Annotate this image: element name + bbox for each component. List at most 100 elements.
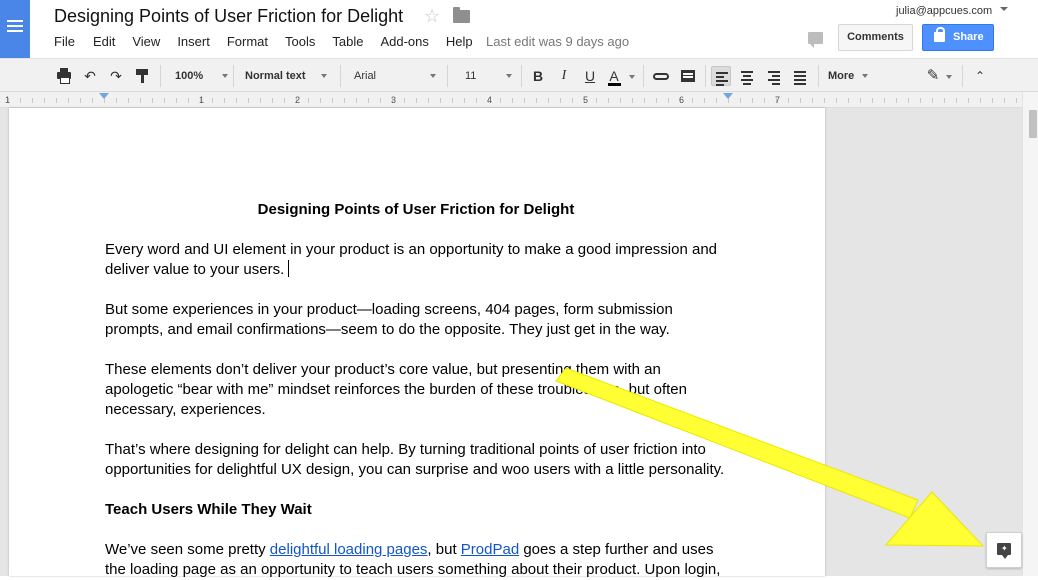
- font-size-select[interactable]: 11: [465, 65, 513, 87]
- paragraph-line: That’s where designing for delight can h…: [105, 441, 706, 458]
- paint-format-icon[interactable]: [132, 66, 152, 86]
- left-indent-marker[interactable]: [99, 93, 109, 99]
- more-label: More: [828, 70, 855, 82]
- text-color-button[interactable]: A: [604, 66, 624, 86]
- menu-edit[interactable]: Edit: [93, 34, 115, 50]
- align-left-icon[interactable]: [711, 66, 731, 86]
- align-justify-icon[interactable]: [790, 66, 810, 86]
- font-size-value: 11: [465, 70, 477, 82]
- toolbar-divider: [233, 65, 234, 87]
- sparkle-icon: ✦: [1001, 544, 1008, 553]
- vertical-scrollbar[interactable]: [1022, 92, 1038, 576]
- account-email[interactable]: julia@appcues.com: [896, 5, 992, 17]
- ruler-label: 5: [583, 95, 589, 105]
- toolbar-divider: [818, 65, 819, 87]
- ruler-label: 6: [679, 95, 685, 105]
- more-menu[interactable]: More: [828, 65, 872, 87]
- paragraph[interactable]: Every word and UI element in your produc…: [105, 240, 745, 280]
- ruler-label: 7: [775, 95, 781, 105]
- menu-view[interactable]: View: [132, 34, 160, 50]
- menu-format[interactable]: Format: [227, 34, 268, 50]
- chevron-down-icon: [862, 74, 868, 78]
- paragraph[interactable]: But some experiences in your product—loa…: [105, 300, 745, 340]
- paragraph-line: Every word and UI element in your produc…: [105, 241, 717, 258]
- folder-icon[interactable]: [453, 7, 470, 23]
- toolbar-divider: [705, 65, 706, 87]
- menu-file[interactable]: File: [54, 34, 75, 50]
- font-select[interactable]: Arial: [354, 65, 436, 87]
- menu-table[interactable]: Table: [332, 34, 363, 50]
- chevron-down-icon: [222, 74, 228, 78]
- paragraph-line: deliver value to your users.: [105, 260, 745, 280]
- paragraph-line: necessary, experiences.: [105, 401, 266, 418]
- chevron-down-icon: [321, 74, 327, 78]
- star-icon[interactable]: ☆: [424, 6, 440, 27]
- toolbar-divider: [160, 65, 161, 87]
- redo-icon[interactable]: ↷: [106, 66, 126, 86]
- document-heading[interactable]: Designing Points of User Friction for De…: [0, 200, 832, 220]
- paragraph[interactable]: These elements don’t deliver your produc…: [105, 360, 745, 420]
- menu-tools[interactable]: Tools: [285, 34, 315, 50]
- insert-comment-icon[interactable]: [678, 66, 698, 86]
- paragraph-line: the loading page as an opportunity to te…: [105, 561, 721, 578]
- underline-button[interactable]: U: [580, 66, 600, 86]
- document-title[interactable]: Designing Points of User Friction for De…: [54, 6, 403, 27]
- text-cursor: [288, 260, 290, 277]
- chat-icon[interactable]: [808, 32, 823, 48]
- text-run: We’ve seen some pretty: [105, 541, 270, 558]
- undo-icon[interactable]: ↶: [80, 66, 100, 86]
- docs-logo-icon[interactable]: [0, 0, 30, 58]
- comments-button[interactable]: Comments: [838, 24, 913, 51]
- text-run: , but: [427, 541, 461, 558]
- paragraph-line-text: deliver value to your users.: [105, 261, 285, 278]
- scroll-thumb[interactable]: [1029, 110, 1037, 138]
- ruler-ticks: [8, 98, 1018, 103]
- font-value: Arial: [354, 70, 377, 82]
- link-prodpad[interactable]: ProdPad: [461, 541, 519, 558]
- ruler-label: 3: [391, 95, 397, 105]
- ruler-label: 2: [295, 95, 301, 105]
- formatting-toolbar: ↶ ↷ 100% Normal text Arial 11 B I U A Mo…: [0, 58, 1038, 92]
- bold-button[interactable]: B: [528, 66, 548, 86]
- text-run: goes a step further and uses: [519, 541, 714, 558]
- paragraph[interactable]: That’s where designing for delight can h…: [105, 440, 745, 480]
- paragraph-line: But some experiences in your product—loa…: [105, 301, 673, 318]
- align-center-icon[interactable]: [737, 66, 757, 86]
- ruler-label: 1: [199, 95, 205, 105]
- pen-icon[interactable]: ✎: [923, 66, 943, 86]
- chevron-down-icon[interactable]: [944, 66, 954, 86]
- print-icon[interactable]: [54, 66, 74, 86]
- chevron-down-icon: [506, 74, 512, 78]
- menu-insert[interactable]: Insert: [177, 34, 210, 50]
- explore-button[interactable]: ✦: [986, 532, 1022, 568]
- zoom-value: 100%: [175, 70, 204, 82]
- link-delightful-loading-pages[interactable]: delightful loading pages: [270, 541, 428, 558]
- right-indent-marker[interactable]: [723, 93, 733, 99]
- toolbar-divider: [447, 65, 448, 87]
- chevron-down-icon[interactable]: [627, 66, 637, 86]
- paragraph-line: apologetic “bear with me” mindset reinfo…: [105, 381, 687, 398]
- docs-header: Designing Points of User Friction for De…: [0, 0, 1038, 58]
- paragraph-line: opportunities for delightful UX design, …: [105, 461, 725, 478]
- zoom-select[interactable]: 100%: [175, 65, 228, 87]
- paragraph[interactable]: We’ve seen some pretty delightful loadin…: [105, 540, 745, 580]
- style-select[interactable]: Normal text: [245, 65, 327, 87]
- share-label: Share: [953, 31, 984, 43]
- link-icon[interactable]: [651, 66, 671, 86]
- lock-icon: [934, 27, 945, 42]
- toolbar-divider: [643, 65, 644, 87]
- chevron-down-icon[interactable]: [1000, 7, 1008, 11]
- menu-bar: File Edit View Insert Format Tools Table…: [54, 34, 490, 50]
- chevron-down-icon: [430, 74, 436, 78]
- ruler[interactable]: 1 1 2 3 4 5 6 7: [0, 92, 1022, 108]
- menu-help[interactable]: Help: [446, 34, 473, 50]
- menu-add-ons[interactable]: Add-ons: [380, 34, 428, 50]
- style-value: Normal text: [245, 70, 306, 82]
- collapse-icon[interactable]: ⌃: [970, 66, 990, 86]
- share-button[interactable]: Share: [922, 24, 994, 51]
- last-edit-status[interactable]: Last edit was 9 days ago: [486, 34, 629, 49]
- italic-button[interactable]: I: [554, 66, 574, 86]
- toolbar-divider: [340, 65, 341, 87]
- align-right-icon[interactable]: [764, 66, 784, 86]
- section-heading[interactable]: Teach Users While They Wait: [105, 500, 312, 520]
